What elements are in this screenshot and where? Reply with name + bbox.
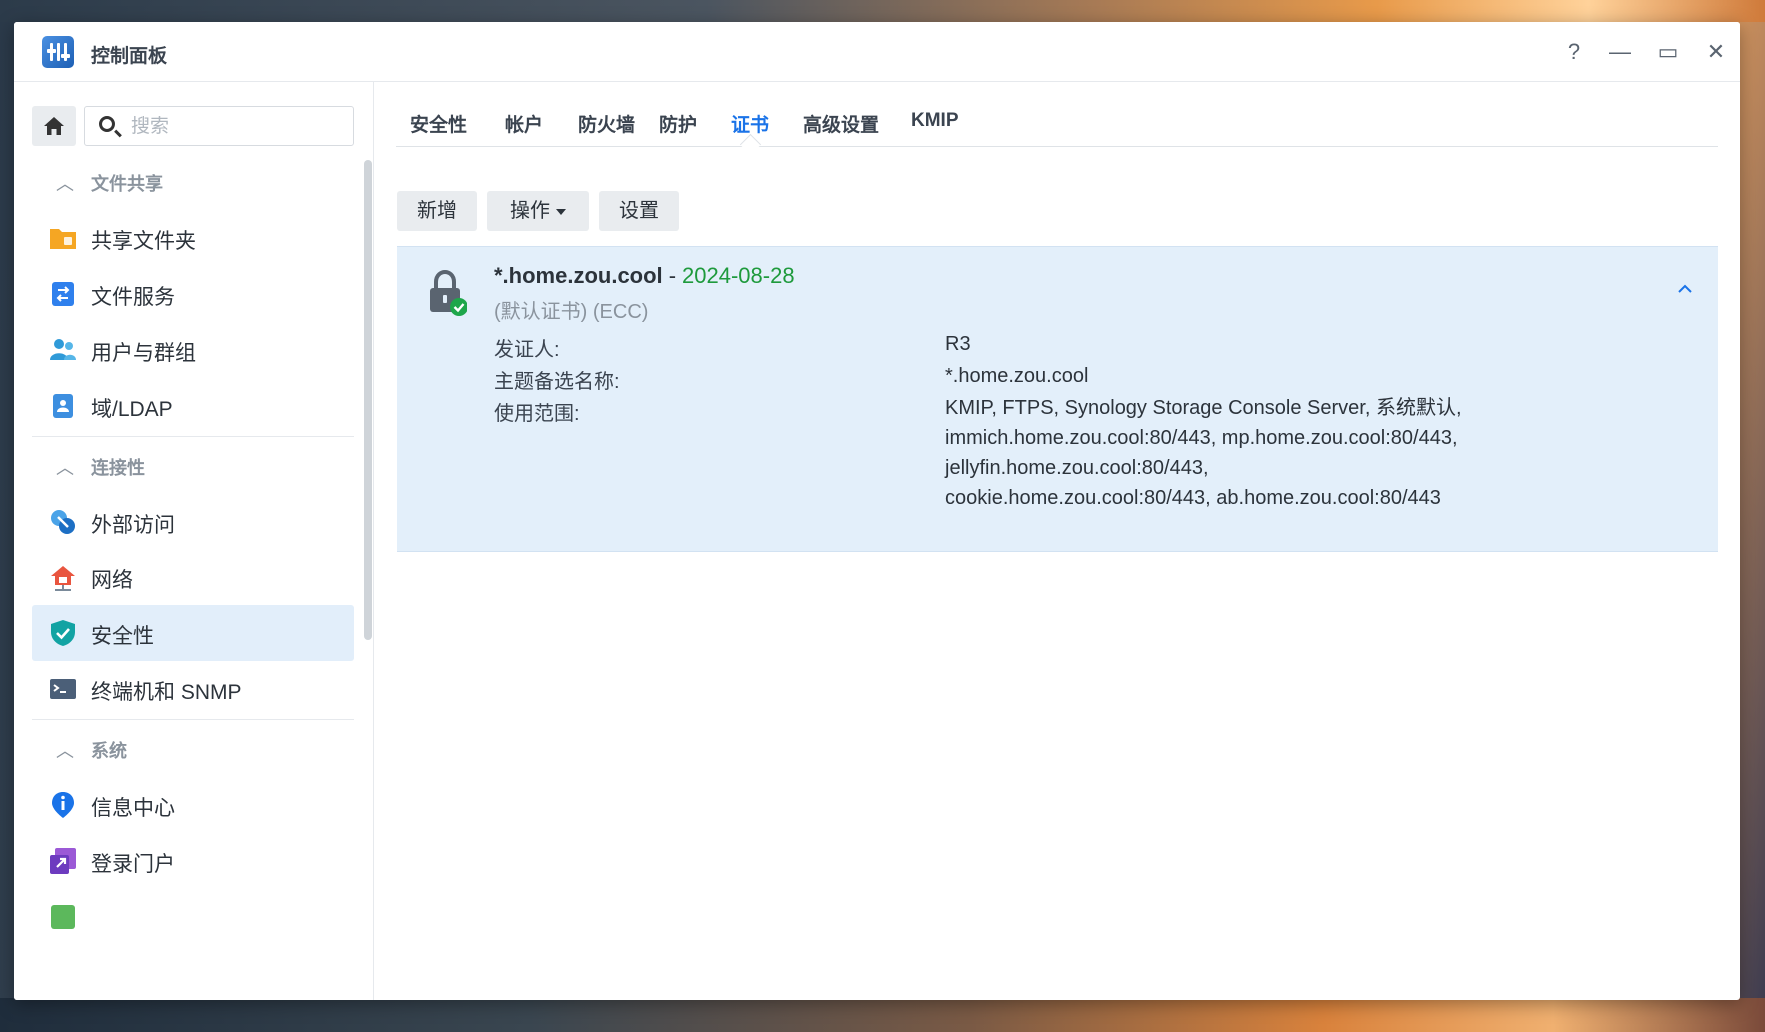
section-label: 连接性 (91, 458, 145, 478)
chevron-up-icon: ︿ (56, 174, 74, 194)
usage-line: immich.home.zou.cool:80/443, mp.home.zou… (945, 427, 1458, 449)
tab-advanced[interactable]: 高级设置 (803, 110, 879, 137)
external-access-icon (51, 510, 75, 534)
folder-icon (50, 229, 76, 249)
users-icon (50, 339, 76, 360)
usage-line: cookie.home.zou.cool:80/443, ab.home.zou… (945, 487, 1441, 509)
sidebar-item-users-groups[interactable]: 用户与群组 (32, 322, 354, 378)
section-file-sharing[interactable]: ︿ 文件共享 (14, 164, 354, 198)
caret-down-icon (556, 208, 566, 215)
certificate-separator: - (668, 263, 677, 288)
search-input[interactable] (129, 113, 343, 141)
minimize-button[interactable]: — (1604, 36, 1636, 68)
shield-icon (51, 620, 75, 646)
chevron-up-icon: ︿ (56, 458, 74, 478)
action-label: 操作 (510, 200, 550, 222)
sidebar-item-shared-folder[interactable]: 共享文件夹 (32, 210, 354, 266)
section-label: 系统 (91, 741, 127, 761)
san-value: *.home.zou.cool (945, 365, 1089, 387)
domain-icon (53, 394, 73, 418)
title-bar: 控制面板 ? — ▭ ✕ (14, 22, 1740, 82)
maximize-button[interactable]: ▭ (1652, 36, 1684, 68)
sidebar-item-external-access[interactable]: 外部访问 (32, 494, 354, 550)
login-portal-icon (50, 848, 76, 874)
usage-line: KMIP, FTPS, Synology Storage Console Ser… (945, 397, 1462, 419)
network-icon (51, 566, 75, 591)
sidebar: ︿ 文件共享 共享文件夹 文件服务 用户与群组 域/LDA (14, 82, 374, 1000)
sidebar-item-partial[interactable] (32, 889, 354, 945)
action-dropdown[interactable]: 操作 (487, 191, 589, 231)
sidebar-item-file-services[interactable]: 文件服务 (32, 266, 354, 322)
sidebar-item-label: 文件服务 (91, 286, 175, 309)
sidebar-item-label: 共享文件夹 (91, 230, 196, 253)
search-icon (99, 116, 115, 132)
sidebar-divider (32, 719, 354, 720)
chevron-up-icon[interactable] (1673, 277, 1697, 301)
settings-button[interactable]: 设置 (599, 191, 679, 231)
home-button[interactable] (32, 106, 76, 146)
certificate-item[interactable]: *.home.zou.cool -2024-08-28 (默认证书) (ECC) … (397, 246, 1718, 552)
terminal-icon (50, 679, 76, 699)
sidebar-item-terminal-snmp[interactable]: 终端机和 SNMP (32, 661, 354, 717)
sidebar-item-label: 网络 (91, 569, 133, 592)
chevron-up-icon: ︿ (56, 741, 74, 761)
sidebar-item-label: 外部访问 (91, 514, 175, 537)
active-tab-indicator (739, 133, 762, 156)
sidebar-item-label: 用户与群组 (91, 342, 196, 365)
help-button[interactable]: ? (1558, 36, 1590, 68)
section-label: 文件共享 (91, 174, 163, 194)
issuer-label: 发证人: (494, 339, 560, 361)
certificate-expiry-date: 2024-08-28 (682, 263, 795, 288)
window-title: 控制面板 (91, 46, 168, 67)
lock-icon (430, 269, 467, 316)
tab-security[interactable]: 安全性 (410, 110, 467, 137)
sidebar-item-label: 信息中心 (91, 797, 175, 820)
file-services-icon (52, 282, 74, 306)
control-panel-window: 控制面板 ? — ▭ ✕ ︿ 文件共享 共享文件夹 (14, 22, 1740, 1000)
certificate-meta: (默认证书) (ECC) (494, 301, 649, 323)
desktop-wallpaper-top (0, 0, 1765, 22)
tab-bar: 安全性 帐户 防火墙 防护 证书 高级设置 KMIP (396, 82, 1718, 156)
tab-firewall[interactable]: 防火墙 (578, 110, 635, 137)
info-icon (52, 792, 74, 818)
sidebar-item-label: 域/LDAP (91, 398, 173, 421)
close-button[interactable]: ✕ (1700, 36, 1732, 68)
main-panel: 安全性 帐户 防火墙 防护 证书 高级设置 KMIP 新增 操作 设置 *.ho… (374, 82, 1740, 1000)
usage-line: jellyfin.home.zou.cool:80/443, (945, 457, 1209, 479)
sidebar-item-label: 终端机和 SNMP (91, 681, 242, 704)
sidebar-item-network[interactable]: 网络 (32, 549, 354, 605)
certificate-title: *.home.zou.cool -2024-08-28 (494, 263, 795, 289)
home-icon (44, 117, 64, 135)
section-connectivity[interactable]: ︿ 连接性 (14, 448, 354, 482)
certificate-domain: *.home.zou.cool (494, 263, 663, 288)
sidebar-item-info-center[interactable]: 信息中心 (32, 777, 354, 833)
section-system[interactable]: ︿ 系统 (14, 731, 354, 765)
add-button[interactable]: 新增 (397, 191, 477, 231)
tab-protection[interactable]: 防护 (659, 110, 697, 137)
sidebar-scrollbar[interactable] (364, 160, 372, 640)
usage-value: KMIP, FTPS, Synology Storage Console Ser… (945, 393, 1462, 513)
sidebar-item-label: 安全性 (91, 625, 154, 648)
sidebar-item-label: 登录门户 (91, 853, 175, 876)
sidebar-item-login-portal[interactable]: 登录门户 (32, 833, 354, 889)
app-icon (51, 905, 75, 929)
issuer-value: R3 (945, 333, 971, 355)
usage-label: 使用范围: (494, 403, 580, 425)
sidebar-item-domain-ldap[interactable]: 域/LDAP (32, 378, 354, 434)
desktop-wallpaper-bottom (0, 998, 1765, 1032)
tab-account[interactable]: 帐户 (505, 110, 543, 137)
san-label: 主题备选名称: (494, 371, 620, 393)
tab-kmip[interactable]: KMIP (911, 110, 959, 132)
control-panel-icon (42, 36, 74, 68)
sidebar-divider (32, 436, 354, 437)
search-box (84, 106, 354, 146)
sidebar-item-security[interactable]: 安全性 (32, 605, 354, 661)
